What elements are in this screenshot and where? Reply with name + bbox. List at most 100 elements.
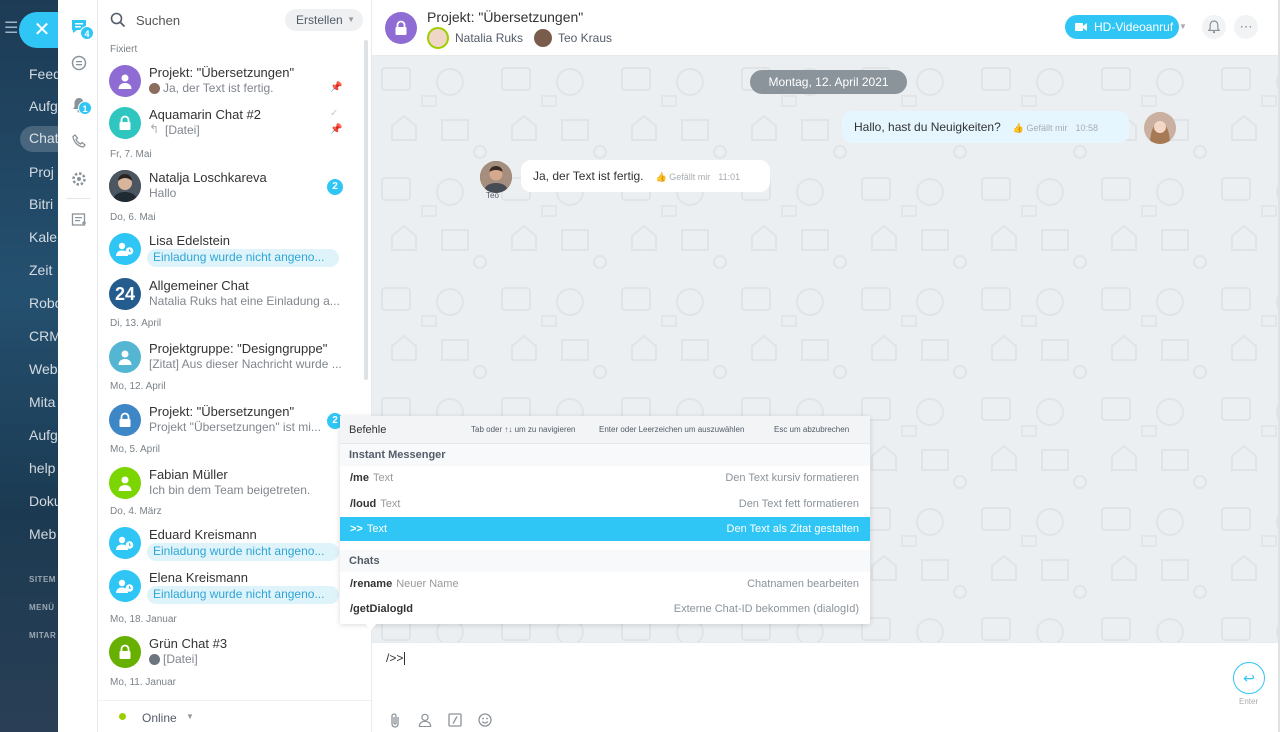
more-options-button[interactable]: ⋯ bbox=[1234, 15, 1258, 39]
close-messenger-button[interactable]: ✕ bbox=[19, 12, 63, 48]
bg-menu-item[interactable]: Kale bbox=[29, 229, 57, 245]
send-button[interactable]: ↩ bbox=[1233, 662, 1265, 694]
member-teo[interactable]: Teo Kraus bbox=[534, 28, 612, 48]
section-label: Mo, 18. Januar bbox=[110, 614, 177, 625]
command-description: Den Text fett formatieren bbox=[738, 498, 859, 510]
project-avatar[interactable] bbox=[385, 12, 417, 44]
notify-toggle-button[interactable] bbox=[1202, 15, 1226, 39]
command-row-getdialogid[interactable]: /getDialogId Externe Chat-ID bekommen (d… bbox=[340, 596, 870, 622]
bg-menu-item[interactable]: help bbox=[29, 460, 55, 476]
chat-item[interactable]: Lisa Edelstein Einladung wurde nicht ang… bbox=[98, 228, 360, 272]
invited-user-icon bbox=[116, 242, 134, 256]
status-selector[interactable]: Online ▼ bbox=[98, 700, 371, 732]
command-keyword: /rename bbox=[350, 578, 393, 590]
invited-user-icon bbox=[116, 536, 134, 550]
menu-icon[interactable]: ☰ bbox=[4, 18, 18, 38]
section-label: Mo, 5. April bbox=[110, 444, 161, 455]
chat-item[interactable]: Elena Kreismann Einladung wurde nicht an… bbox=[98, 565, 360, 609]
chevron-down-icon: ▼ bbox=[186, 712, 194, 721]
bg-menu-item[interactable]: Mita bbox=[29, 394, 55, 410]
outgoing-message[interactable]: Hallo, hast du Neuigkeiten? 👍 Gefällt mir… bbox=[842, 111, 1129, 143]
chat-item[interactable]: Projekt: "Übersetzungen" Projekt "Überse… bbox=[98, 399, 360, 443]
chats-tab[interactable]: 4 bbox=[68, 16, 94, 40]
hint-select: Enter oder Leerzeichen um auszuwählen bbox=[599, 425, 745, 434]
search-placeholder[interactable]: Suchen bbox=[136, 13, 180, 28]
like-label: Gefällt mir bbox=[669, 172, 711, 182]
emoji-button[interactable] bbox=[476, 711, 494, 729]
bg-menu-item[interactable]: Doku bbox=[29, 493, 58, 509]
invitation-status-pill: Einladung wurde nicht angeno... bbox=[147, 586, 339, 604]
chat-item[interactable]: Aquamarin Chat #2 ↰ [Datei] ✓ 📌 bbox=[98, 102, 360, 146]
like-label: Gefällt mir bbox=[1026, 123, 1068, 133]
like-button[interactable]: 👍 Gefällt mir bbox=[1013, 123, 1068, 133]
last-message-text: Ja, der Text ist fertig. bbox=[163, 81, 274, 95]
chat-item[interactable]: Fabian Müller Ich bin dem Team beigetret… bbox=[98, 462, 360, 506]
section-label: Fr, 7. Mai bbox=[110, 149, 152, 160]
user-avatar bbox=[109, 527, 141, 559]
commands-popup: Befehle Tab oder ↑↓ um zu navigieren Ent… bbox=[340, 416, 870, 624]
section-label: Do, 6. Mai bbox=[110, 212, 156, 223]
chevron-down-icon: ▼ bbox=[347, 15, 355, 24]
bg-section-label: MENÜ bbox=[29, 603, 55, 612]
video-camera-icon bbox=[1075, 23, 1087, 31]
chat-name: Grün Chat #3 bbox=[149, 636, 228, 651]
openlines-tab[interactable] bbox=[68, 52, 90, 74]
section-label: Di, 13. April bbox=[110, 318, 162, 329]
paperclip-icon bbox=[391, 713, 399, 728]
user-icon bbox=[418, 713, 432, 727]
attach-file-button[interactable] bbox=[386, 711, 404, 729]
message-time: 10:58 bbox=[1075, 123, 1099, 133]
teo-avatar[interactable] bbox=[480, 161, 512, 193]
calls-tab[interactable] bbox=[68, 130, 90, 152]
bg-menu-item[interactable]: CRM bbox=[29, 328, 58, 344]
hd-video-call-button[interactable]: HD-Videoanruf bbox=[1065, 15, 1179, 39]
bg-menu-item[interactable]: Aufg bbox=[29, 427, 58, 443]
close-icon: ✕ bbox=[33, 19, 51, 41]
openlines-icon bbox=[71, 55, 87, 71]
dialog-title[interactable]: Projekt: "Übersetzungen" bbox=[427, 9, 583, 25]
bg-menu-item[interactable]: Robo bbox=[29, 295, 58, 311]
notifications-tab[interactable]: 1 bbox=[68, 94, 92, 116]
sidebar-scrollbar[interactable] bbox=[364, 40, 368, 380]
command-row-rename[interactable]: /rename Neuer Name Chatnamen bearbeiten bbox=[340, 571, 870, 597]
video-call-dropdown[interactable]: ▼ bbox=[1179, 15, 1193, 39]
like-button[interactable]: 👍 Gefällt mir bbox=[656, 172, 711, 182]
bg-menu-item[interactable]: Meb bbox=[29, 526, 56, 542]
commands-button[interactable] bbox=[446, 711, 464, 729]
chat-name: Projekt: "Übersetzungen" bbox=[149, 65, 295, 80]
invitation-status-pill: Einladung wurde nicht angeno... bbox=[147, 543, 339, 561]
chat-last-message: Hallo bbox=[149, 186, 177, 200]
command-row-me[interactable]: /me Text Den Text kursiv formatieren bbox=[340, 465, 870, 491]
chat-item[interactable]: Projekt: "Übersetzungen" Ja, der Text is… bbox=[98, 60, 360, 104]
bg-menu-item[interactable]: Zeit bbox=[29, 262, 52, 278]
chat-last-message: Natalia Ruks hat eine Einladung a... bbox=[149, 294, 340, 308]
bg-menu-item[interactable]: Feed bbox=[29, 66, 58, 82]
create-button[interactable]: Erstellen ▼ bbox=[285, 9, 363, 31]
divider bbox=[66, 198, 90, 199]
bg-section-label: MITAR bbox=[29, 631, 57, 640]
mention-user-button[interactable] bbox=[416, 711, 434, 729]
chat-name: Allgemeiner Chat bbox=[149, 278, 249, 293]
bg-menu-item[interactable]: Proj bbox=[29, 164, 54, 180]
bg-menu-item[interactable]: Chat bbox=[29, 130, 58, 146]
chat-item[interactable]: Projektgruppe: "Designgruppe" [Zitat] Au… bbox=[98, 336, 360, 380]
chat-item[interactable]: Eduard Kreismann Einladung wurde nicht a… bbox=[98, 522, 360, 566]
command-row-loud[interactable]: /loud Text Den Text fett formatieren bbox=[340, 491, 870, 517]
user-avatar[interactable] bbox=[1144, 112, 1176, 144]
chat-item[interactable]: 24 Allgemeiner Chat Natalia Ruks hat ein… bbox=[98, 273, 360, 317]
settings-tab[interactable] bbox=[68, 168, 90, 190]
command-keyword: /loud bbox=[350, 498, 377, 510]
bg-menu-item[interactable]: Web bbox=[29, 361, 58, 377]
chat-item[interactable]: Grün Chat #3 [Datei] bbox=[98, 631, 360, 675]
bg-menu-item[interactable]: Bitri bbox=[29, 196, 53, 212]
chat-item[interactable]: Natalja Loschkareva Hallo 2 bbox=[98, 165, 360, 209]
command-keyword: >> bbox=[350, 523, 363, 535]
bg-menu-item[interactable]: Aufg bbox=[29, 98, 58, 114]
lock-icon bbox=[119, 644, 131, 659]
command-arg: Text bbox=[372, 472, 394, 484]
member-natalia[interactable]: Natalia Ruks bbox=[427, 27, 523, 49]
add-notes-tab[interactable] bbox=[68, 209, 90, 231]
message-input[interactable]: />> bbox=[386, 651, 406, 666]
incoming-message[interactable]: Ja, der Text ist fertig. 👍 Gefällt mir 11:… bbox=[521, 160, 770, 192]
command-row-quote-selected[interactable]: >> Text Den Text als Zitat gestalten bbox=[340, 517, 870, 541]
